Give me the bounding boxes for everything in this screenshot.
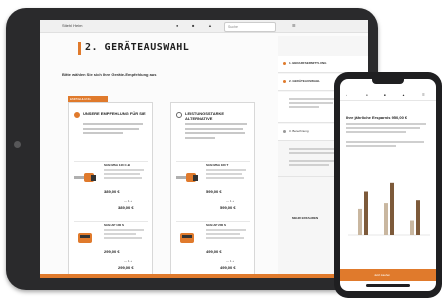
product-card[interactable]: Stihl MSA 140 C-B 389,00 € — 1 + 389,00 … [74, 161, 148, 221]
product-card[interactable]: Stihl MSA 160 T 599,00 € — 1 + 599,00 € [176, 161, 250, 221]
column-heading: LEISTUNGSSTARKE ALTERNATIVE [185, 111, 225, 121]
product-total: 499,00 € [220, 265, 236, 270]
user-icon[interactable]: ■ [192, 23, 194, 28]
step-indicator [283, 80, 286, 83]
search-input[interactable]: Suche [224, 22, 276, 32]
product-price: 499,00 € [206, 249, 222, 254]
product-price: 389,00 € [104, 189, 120, 194]
quantity-stepper[interactable]: — 1 + [226, 199, 234, 203]
product-title: Stihl MSA 160 T [206, 163, 229, 167]
chart-bar [416, 200, 420, 235]
more-info-link[interactable]: MEHR ERFAHREN [292, 216, 318, 220]
product-price: 299,00 € [104, 249, 120, 254]
step-label: 3. Berechnung [289, 129, 309, 133]
quantity-stepper[interactable]: — 1 + [226, 259, 234, 263]
step-1[interactable]: 1. BEDARFSERMITTLUNG [278, 56, 368, 73]
column-heading: UNSERE EMPFEHLUNG FÜR SIE [83, 111, 146, 116]
product-total: 389,00 € [118, 205, 134, 210]
step-label: 1. BEDARFSERMITTLUNG [289, 61, 327, 65]
phone-screen: ‹ ● ■ ▲ ☰ Ihre jährliche Ersparnis 950,0… [340, 79, 436, 291]
top-navigation-bar: Stiehl Heim ● ■ ▲ Suche ☰ [40, 20, 368, 33]
product-total: 599,00 € [220, 205, 236, 210]
buy-button-label: Jetzt kaufen [374, 273, 391, 277]
quantity-stepper[interactable]: — 1 + [124, 199, 132, 203]
menu-icon[interactable]: ☰ [292, 23, 296, 28]
alternative-column[interactable]: LEISTUNGSSTARKE ALTERNATIVE Stihl MSA 16… [170, 102, 255, 278]
product-card[interactable]: Stihl AP 200 S 499,00 € — 1 + 499,00 € [176, 221, 250, 278]
product-total: 299,00 € [118, 265, 134, 270]
chart-bar [358, 208, 362, 235]
search-icon[interactable]: ● [366, 93, 368, 97]
product-title: Stihl AP 200 S [206, 223, 227, 227]
bottom-accent-bar [40, 274, 368, 278]
step-label: 2. GERÄTEAUSWAHL [289, 79, 321, 83]
chart-bar [364, 191, 368, 235]
chainsaw-image [74, 173, 96, 182]
product-card[interactable]: Stihl AP 100 S 299,00 € — 1 + 299,00 € [74, 221, 148, 278]
tablet-camera [14, 141, 21, 148]
chart-bar [390, 182, 394, 235]
chainsaw-image [176, 173, 198, 182]
home-indicator [366, 284, 410, 287]
brand-logo[interactable]: Stiehl Heim [62, 23, 82, 28]
search-placeholder: Suche [228, 24, 238, 29]
savings-title: Ihre jährliche Ersparnis 950,00 € [346, 115, 408, 120]
page-title: 2. GERÄTEAUSWAHL [85, 42, 190, 53]
phone-bottom-bar[interactable]: Jetzt kaufen [340, 269, 436, 281]
step-indicator [283, 130, 286, 133]
page-subtitle: Bitte wählen Sie sich Ihre Geräte-Empfeh… [62, 72, 157, 77]
product-title: Stihl AP 100 S [104, 223, 125, 227]
cart-icon[interactable]: ▲ [208, 23, 212, 28]
chart-svg [348, 182, 430, 236]
product-price: 599,00 € [206, 189, 222, 194]
radio-unselected[interactable] [176, 112, 182, 118]
phone-notch [372, 79, 404, 84]
recommendation-label-text: EMPFEHLUNG [70, 97, 91, 101]
back-icon[interactable]: ‹ [346, 93, 347, 97]
title-accent-bar [78, 42, 81, 55]
savings-chart [344, 167, 432, 247]
tablet-screen: Stiehl Heim ● ■ ▲ Suche ☰ 2. GERÄTEAUSWA… [40, 20, 368, 278]
battery-image [78, 233, 92, 243]
step-indicator [283, 62, 286, 65]
chart-bar [384, 203, 388, 235]
cart-icon[interactable]: ▲ [402, 93, 405, 97]
column-description [185, 123, 249, 143]
quantity-stepper[interactable]: — 1 + [124, 259, 132, 263]
user-icon[interactable]: ■ [384, 93, 386, 97]
menu-icon[interactable]: ☰ [422, 93, 425, 97]
recommendation-column[interactable]: UNSERE EMPFEHLUNG FÜR SIE Stihl MSA 140 … [68, 102, 153, 278]
battery-image [180, 233, 194, 243]
radio-selected[interactable] [74, 112, 80, 118]
column-description [83, 123, 147, 143]
product-title: Stihl MSA 140 C-B [104, 163, 130, 167]
chart-bar [410, 220, 414, 235]
phone-nav-icons: ‹ ● ■ ▲ ☰ [340, 90, 436, 101]
search-icon[interactable]: ● [176, 23, 178, 28]
